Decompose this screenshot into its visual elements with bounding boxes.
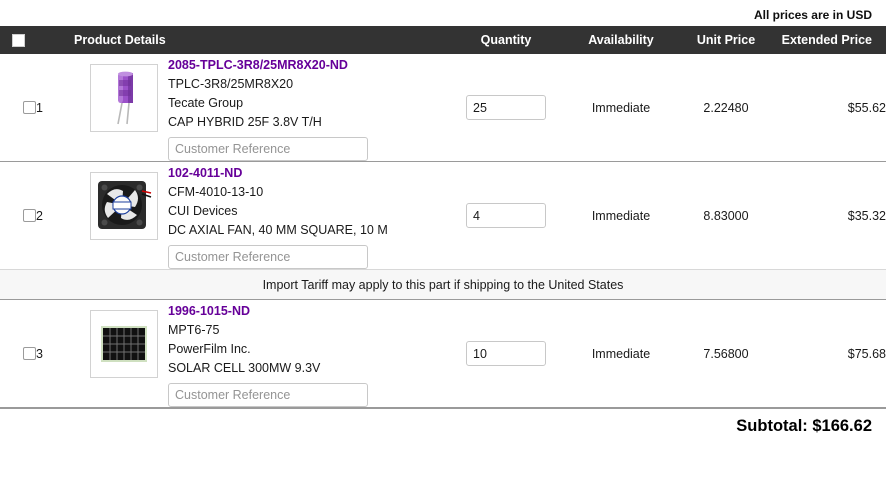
product-info: 2085-TPLC-3R8/25MR8X20-ND TPLC-3R8/25MR8… <box>168 54 368 161</box>
quantity-header[interactable]: Quantity <box>446 26 566 54</box>
part-number-link[interactable]: 1996-1015-ND <box>168 302 368 321</box>
table-row: 1 <box>0 54 886 162</box>
extended-price-value: $55.62 <box>776 54 886 162</box>
part-number-link[interactable]: 102-4011-ND <box>168 164 388 183</box>
extended-price-value: $75.68 <box>776 300 886 408</box>
unit-price-value: 7.56800 <box>676 300 776 408</box>
unit-price-header[interactable]: Unit Price <box>676 26 776 54</box>
capacitor-thumbnail[interactable] <box>90 64 158 132</box>
availability-header[interactable]: Availability <box>566 26 676 54</box>
row-index: 3 <box>36 300 62 408</box>
unit-price-value: 8.83000 <box>676 162 776 270</box>
solar-cell-thumbnail[interactable] <box>90 310 158 378</box>
manufacturer-part-number: TPLC-3R8/25MR8X20 <box>168 75 368 94</box>
manufacturer-name: Tecate Group <box>168 94 368 113</box>
table-row: 2 <box>0 162 886 270</box>
currency-notice: All prices are in USD <box>0 0 886 26</box>
product-description: DC AXIAL FAN, 40 MM SQUARE, 10 M <box>168 221 388 240</box>
quantity-cell <box>446 300 566 408</box>
select-all-checkbox[interactable] <box>12 34 25 47</box>
subtotal-amount: Subtotal: $166.62 <box>736 417 872 435</box>
tariff-notice-row: Import Tariff may apply to this part if … <box>0 270 886 300</box>
product-details-cell: 2085-TPLC-3R8/25MR8X20-ND TPLC-3R8/25MR8… <box>62 54 446 162</box>
quantity-input[interactable] <box>466 203 546 228</box>
manufacturer-part-number: MPT6-75 <box>168 321 368 340</box>
quantity-cell <box>446 162 566 270</box>
table-row: 3 <box>0 300 886 408</box>
customer-reference-input[interactable] <box>168 137 368 161</box>
availability-value: Immediate <box>566 54 676 162</box>
manufacturer-name: PowerFilm Inc. <box>168 340 368 359</box>
fan-thumbnail[interactable] <box>90 172 158 240</box>
product-info: 102-4011-ND CFM-4010-13-10 CUI Devices D… <box>168 162 388 269</box>
extended-price-value: $35.32 <box>776 162 886 270</box>
row-select-cell <box>0 162 36 270</box>
product-details-cell: 1996-1015-ND MPT6-75 PowerFilm Inc. SOLA… <box>62 300 446 408</box>
tariff-notice-text: Import Tariff may apply to this part if … <box>0 270 886 300</box>
product-description: CAP HYBRID 25F 3.8V T/H <box>168 113 368 132</box>
cart-page: All prices are in USD Product Details Qu… <box>0 0 886 500</box>
customer-reference-input[interactable] <box>168 383 368 407</box>
manufacturer-part-number: CFM-4010-13-10 <box>168 183 388 202</box>
row-checkbox[interactable] <box>23 209 36 222</box>
quantity-input[interactable] <box>466 341 546 366</box>
product-details-header[interactable]: Product Details <box>62 26 446 54</box>
table-header: Product Details Quantity Availability Un… <box>0 26 886 54</box>
shopping-cart-table: Product Details Quantity Availability Un… <box>0 26 886 408</box>
unit-price-value: 2.22480 <box>676 54 776 162</box>
quantity-cell <box>446 54 566 162</box>
quantity-input[interactable] <box>466 95 546 120</box>
availability-value: Immediate <box>566 162 676 270</box>
customer-reference-input[interactable] <box>168 245 368 269</box>
row-select-cell <box>0 300 36 408</box>
extended-price-header[interactable]: Extended Price <box>776 26 886 54</box>
product-details-cell: 102-4011-ND CFM-4010-13-10 CUI Devices D… <box>62 162 446 270</box>
row-index: 2 <box>36 162 62 270</box>
availability-value: Immediate <box>566 300 676 408</box>
table-header-row: Product Details Quantity Availability Un… <box>0 26 886 54</box>
index-header-cell <box>36 26 62 54</box>
row-select-cell <box>0 54 36 162</box>
row-index: 1 <box>36 54 62 162</box>
product-info: 1996-1015-ND MPT6-75 PowerFilm Inc. SOLA… <box>168 300 368 407</box>
table-body: 1 <box>0 54 886 408</box>
subtotal-bar: Subtotal: $166.62 <box>0 408 886 436</box>
product-description: SOLAR CELL 300MW 9.3V <box>168 359 368 378</box>
manufacturer-name: CUI Devices <box>168 202 388 221</box>
row-checkbox[interactable] <box>23 347 36 360</box>
part-number-link[interactable]: 2085-TPLC-3R8/25MR8X20-ND <box>168 56 368 75</box>
select-all-header-cell <box>0 26 36 54</box>
row-checkbox[interactable] <box>23 101 36 114</box>
